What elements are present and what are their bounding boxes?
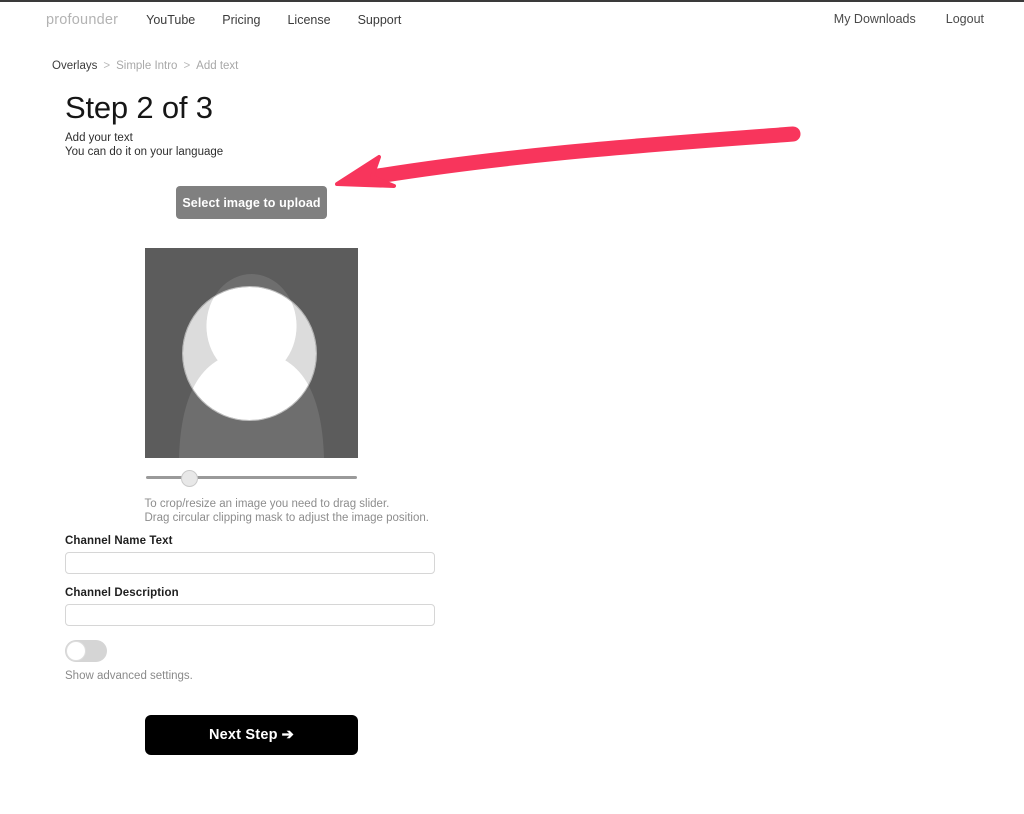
breadcrumb: Overlays > Simple Intro > Add text	[52, 60, 238, 72]
page-root: profounder YouTube Pricing License Suppo…	[0, 0, 1024, 814]
nav-link-license[interactable]: License	[287, 13, 330, 27]
breadcrumb-separator-icon: >	[103, 60, 111, 72]
breadcrumb-item-overlays[interactable]: Overlays	[52, 60, 97, 72]
next-step-label: Next Step	[208, 727, 278, 743]
slider-handle[interactable]	[180, 470, 198, 487]
nav-link-logout[interactable]: Logout	[946, 12, 984, 26]
page-subtitle-line-1: Add your text	[65, 132, 133, 144]
nav-link-pricing[interactable]: Pricing	[222, 13, 260, 27]
arrow-right-icon: ➔	[281, 727, 295, 743]
crop-helper-text-line-1: To crop/resize an image you need to drag…	[144, 498, 390, 510]
toggle-knob	[66, 641, 86, 661]
navbar-right-group: My Downloads Logout	[834, 12, 984, 26]
next-step-button[interactable]: Next Step ➔	[145, 715, 358, 755]
show-advanced-settings-toggle[interactable]	[65, 640, 107, 662]
navbar-left-group: profounder YouTube Pricing License Suppo…	[46, 12, 428, 28]
page-subtitle-line-2: You can do it on your language	[65, 146, 224, 158]
brand-logo[interactable]: profounder	[46, 12, 118, 28]
breadcrumb-separator-icon: >	[183, 60, 191, 72]
nav-link-support[interactable]: Support	[358, 13, 402, 27]
navbar: profounder YouTube Pricing License Suppo…	[0, 2, 1024, 38]
select-image-to-upload-button[interactable]: Select image to upload	[176, 186, 327, 219]
page-title: Step 2 of 3	[65, 90, 213, 125]
channel-description-label: Channel Description	[65, 587, 179, 599]
breadcrumb-item-add-text[interactable]: Add text	[196, 60, 238, 72]
nav-link-my-downloads[interactable]: My Downloads	[834, 12, 916, 26]
channel-name-input[interactable]	[65, 552, 435, 574]
image-preview-box[interactable]	[145, 248, 358, 458]
channel-description-input[interactable]	[65, 604, 435, 626]
circular-clipping-mask[interactable]	[183, 287, 316, 420]
annotation-curved-arrow-icon	[335, 126, 801, 188]
show-advanced-settings-label: Show advanced settings.	[65, 670, 193, 682]
breadcrumb-item-simple-intro[interactable]: Simple Intro	[116, 60, 177, 72]
channel-name-label: Channel Name Text	[65, 535, 173, 547]
slider-track[interactable]	[146, 476, 357, 479]
crop-helper-text-line-2: Drag circular clipping mask to adjust th…	[144, 512, 429, 524]
nav-link-youtube[interactable]: YouTube	[146, 13, 195, 27]
user-avatar-placeholder-masked-icon	[183, 287, 316, 420]
crop-resize-slider[interactable]	[145, 468, 358, 488]
